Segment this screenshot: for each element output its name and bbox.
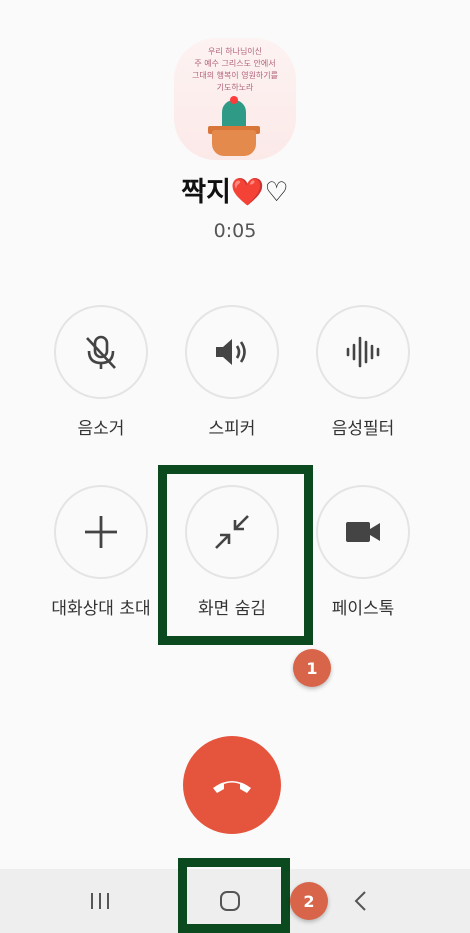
mute-button[interactable]: 음소거 (35, 305, 167, 439)
call-timer: 0:05 (213, 220, 257, 242)
highlight-box-hide-screen (158, 465, 313, 645)
recents-icon (91, 893, 109, 909)
speaker-label: 스피커 (208, 419, 256, 439)
contact-avatar: 우리 하나님이신 주 예수 그리스도 안에서 그대의 행복이 영원하기를 기도하… (174, 38, 296, 160)
facetalk-button[interactable]: 페이스톡 (297, 485, 429, 619)
add-participant-label: 대화상대 초대 (51, 599, 151, 619)
add-participant-button[interactable]: 대화상대 초대 (35, 485, 167, 619)
end-call-button[interactable] (183, 736, 281, 834)
speaker-icon (216, 339, 246, 365)
voice-filter-label: 음성필터 (331, 419, 395, 439)
step-badge-2: 2 (290, 882, 328, 920)
avatar-text: 우리 하나님이신 주 예수 그리스도 안에서 그대의 행복이 영원하기를 기도하… (191, 47, 279, 92)
flower-pot-image (212, 130, 256, 156)
mic-off-icon (86, 335, 116, 369)
mute-label: 음소거 (77, 419, 125, 439)
speaker-button[interactable]: 스피커 (166, 305, 298, 439)
voice-filter-button[interactable]: 음성필터 (297, 305, 429, 439)
voice-wave-icon (346, 336, 380, 368)
phone-hangup-icon (213, 781, 251, 793)
step-badge-1: 1 (293, 649, 331, 687)
plus-icon (85, 516, 117, 548)
back-button[interactable] (316, 869, 406, 933)
contact-name: 짝지❤️♡ (181, 177, 289, 208)
highlight-box-home (178, 858, 290, 933)
facetalk-label: 페이스톡 (331, 599, 395, 619)
back-icon (354, 891, 366, 911)
video-camera-icon (346, 522, 380, 542)
recents-button[interactable] (55, 869, 145, 933)
